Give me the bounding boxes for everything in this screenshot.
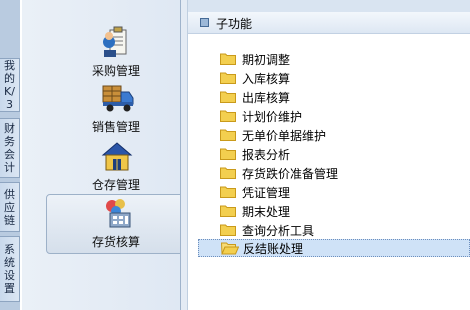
tab-label: 系统设置 — [4, 243, 15, 295]
list-item[interactable]: 出库核算 — [200, 88, 470, 106]
list-item-label: 出库核算 — [242, 91, 291, 105]
folder-icon — [220, 186, 236, 198]
module-label: 采购管理 — [91, 64, 140, 78]
module-label: 存货核算 — [91, 235, 140, 249]
module-label: 仓存管理 — [91, 178, 140, 192]
tab-label: 供应链 — [4, 187, 15, 227]
module-purchase[interactable]: 采购管理 — [46, 24, 186, 84]
list-item[interactable]: 存货跌价准备管理 — [200, 164, 470, 182]
warehouse-house-icon — [101, 142, 133, 171]
list-item[interactable]: 报表分析 — [200, 145, 470, 163]
panel-top-strip — [188, 0, 470, 12]
list-item-label: 反结账处理 — [243, 242, 304, 256]
subfunction-title: 子功能 — [216, 17, 253, 31]
module-tab-strip: 我的K/3 财务会计 供应链 系统设置 — [0, 0, 22, 310]
module-panel: 采购管理 销售管理 仓存管理 存货核算 — [22, 0, 186, 310]
panel-splitter[interactable] — [180, 0, 188, 310]
folder-icon — [220, 129, 236, 141]
list-item[interactable]: 期末处理 — [200, 202, 470, 220]
subfunction-panel: 子功能 期初调整 入库核算 出库核算 计划价维护 无单价单据维护 报表分析 存货… — [188, 0, 470, 310]
module-inventory-accounting[interactable]: 存货核算 — [46, 194, 186, 254]
list-item-label: 无单价单据维护 — [242, 129, 327, 143]
folder-icon — [220, 110, 236, 122]
tab-supply-chain[interactable]: 供应链 — [0, 182, 20, 232]
folder-icon — [220, 167, 236, 179]
tab-my-k3[interactable]: 我的K/3 — [0, 58, 20, 112]
open-folder-icon — [221, 242, 239, 255]
list-item[interactable]: 入库核算 — [200, 69, 470, 87]
module-label: 销售管理 — [91, 120, 140, 134]
list-item[interactable]: 查询分析工具 — [200, 221, 470, 239]
list-item-label: 计划价维护 — [242, 110, 303, 124]
tab-finance[interactable]: 财务会计 — [0, 118, 20, 178]
module-warehouse[interactable]: 仓存管理 — [46, 138, 186, 198]
purchase-clipboard-icon — [103, 26, 127, 57]
list-item-label: 期初调整 — [242, 53, 291, 67]
delivery-truck-icon — [102, 85, 134, 112]
list-item-label: 存货跌价准备管理 — [242, 167, 339, 181]
list-item[interactable]: 期初调整 — [200, 50, 470, 68]
list-item-selected[interactable]: 反结账处理 — [198, 239, 470, 257]
list-item-label: 查询分析工具 — [242, 224, 315, 238]
list-item-label: 入库核算 — [242, 72, 291, 86]
list-item-label: 期末处理 — [242, 205, 291, 219]
list-item[interactable]: 凭证管理 — [200, 183, 470, 201]
folder-icon — [220, 53, 236, 65]
list-item-label: 报表分析 — [242, 148, 291, 162]
list-item[interactable]: 无单价单据维护 — [200, 126, 470, 144]
list-item[interactable]: 计划价维护 — [200, 107, 470, 125]
folder-icon — [220, 72, 236, 84]
inventory-calculator-icon — [106, 199, 131, 228]
module-sales[interactable]: 销售管理 — [46, 80, 186, 140]
tab-system-settings[interactable]: 系统设置 — [0, 236, 20, 302]
header-square-icon — [200, 18, 209, 27]
subfunction-header: 子功能 — [188, 12, 470, 34]
folder-icon — [220, 91, 236, 103]
folder-icon — [220, 224, 236, 236]
folder-icon — [220, 205, 236, 217]
folder-icon — [220, 148, 236, 160]
tab-label: 我的K/3 — [4, 59, 15, 111]
list-item-label: 凭证管理 — [242, 186, 291, 200]
tab-label: 财务会计 — [4, 122, 15, 174]
